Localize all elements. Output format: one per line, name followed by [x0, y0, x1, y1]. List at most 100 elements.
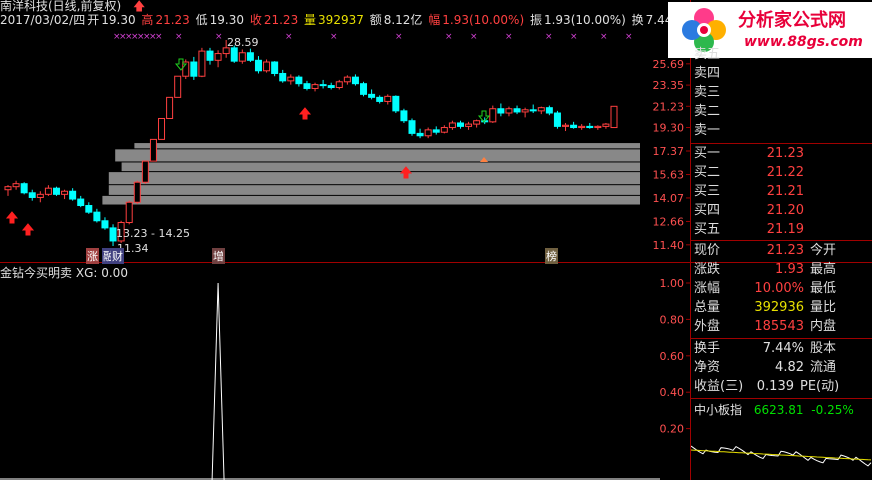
quote-label: 现价: [694, 243, 721, 258]
quote-label-secondary: 今开: [810, 243, 837, 258]
volume-profile-bar: [108, 172, 641, 185]
candle-body: [408, 120, 416, 134]
price-axis: 25.69 23.35 21.23 19.30 17.37 15.63 14.07 12.66…: [653, 58, 690, 252]
turnover-label: 换: [631, 13, 644, 27]
quote-row: 外盘 185543 内盘: [694, 318, 836, 336]
logo-text: 分析家公式网: [738, 10, 846, 31]
amount-value: 8.12亿: [383, 13, 423, 27]
ask-row[interactable]: 卖四: [694, 65, 804, 83]
index-mini-chart[interactable]: [691, 418, 872, 480]
bid-price: 21.21: [766, 184, 804, 199]
price-tick-label: 11.40: [653, 239, 685, 252]
price-tick-label: 21.23: [653, 100, 685, 113]
candle-body: [384, 95, 392, 102]
range-annotation: 13.23 - 14.25: [116, 227, 190, 240]
indicator-signal-line: [211, 282, 225, 480]
candle-body: [489, 108, 497, 123]
bid-price: 21.19: [766, 222, 804, 237]
quote-value: 185543: [754, 319, 804, 334]
purple-cross-marker: ×: [570, 32, 578, 42]
candle-body: [44, 187, 52, 195]
volume-profile-bar: [134, 143, 640, 149]
index-name: 中小板指: [694, 403, 743, 417]
price-chart[interactable]: 25.69 23.35 21.23 19.30 17.37 15.63 14.07 12.66…: [0, 0, 690, 262]
candle-body: [335, 81, 343, 88]
candle-body: [246, 52, 254, 61]
candle-body: [174, 75, 182, 98]
candle-body: [360, 83, 368, 95]
quote-row: 涨跌 1.93 最高: [694, 261, 836, 279]
fundamental-label: 净资: [694, 360, 721, 375]
candle-body: [28, 192, 36, 198]
bid-row[interactable]: 买二 21.22: [694, 164, 804, 182]
bid-row[interactable]: 买一 21.23: [694, 145, 804, 163]
candle-body: [149, 138, 157, 162]
ask-row[interactable]: 卖五: [694, 46, 804, 64]
fundamental-label: 收益(三): [694, 379, 744, 394]
candle-body: [448, 122, 456, 129]
indicator-tick-label: 0.40: [660, 386, 685, 399]
candle-body: [327, 85, 335, 88]
candle-body: [69, 190, 77, 200]
quote-label-secondary: 内盘: [810, 319, 837, 334]
quote-separator: [691, 338, 872, 339]
candle-body: [497, 108, 505, 114]
bid-price: 21.20: [766, 203, 804, 218]
candle-body: [602, 123, 610, 127]
ask-label: 卖一: [694, 123, 721, 138]
candle-body: [295, 76, 303, 85]
fundamental-value: 4.82: [775, 360, 804, 375]
candle-body: [12, 183, 20, 188]
fundamental-label-secondary: 股本: [810, 341, 837, 356]
low-label: 低: [195, 13, 208, 27]
xg-value: 0.00: [101, 266, 128, 280]
amplitude-value: 1.93(10.00%): [543, 13, 626, 27]
candle-body: [311, 84, 319, 89]
indicator-axis: 1.00 0.80 0.60 0.40 0.20: [660, 277, 690, 436]
candle-body: [570, 124, 578, 129]
ask-row[interactable]: 卖一: [694, 122, 804, 140]
bid-row[interactable]: 买三 21.21: [694, 183, 804, 201]
quote-row: 涨幅 10.00% 最低: [694, 280, 836, 298]
candle-body: [20, 183, 28, 194]
bid-row[interactable]: 买五 21.19: [694, 221, 804, 239]
high-label: 高: [141, 13, 154, 27]
purple-cross-marker: ×: [625, 32, 633, 42]
quote-label: 涨跌: [694, 262, 721, 277]
candle-body: [416, 132, 424, 137]
volume-profile-bar: [108, 185, 641, 195]
indicator-chart[interactable]: 1.00 0.80 0.60 0.40 0.20: [0, 263, 690, 480]
fundamental-label: 换手: [694, 341, 721, 356]
bid-row[interactable]: 买四 21.20: [694, 202, 804, 220]
purple-cross-marker: ×: [600, 32, 608, 42]
candle-body: [271, 61, 279, 74]
tag-caibao[interactable]: 财: [111, 248, 124, 264]
price-tick-label: 12.66: [653, 215, 685, 228]
quote-label-secondary: 最低: [810, 281, 837, 296]
indicator-name[interactable]: 金钻今买明卖: [0, 266, 72, 280]
price-tick-label: 14.07: [653, 192, 685, 205]
ask-label: 卖五: [694, 47, 721, 62]
change-value: 1.93(10.00%): [442, 13, 525, 27]
quote-value: 10.00%: [754, 281, 804, 296]
tag-zhang[interactable]: 涨: [86, 248, 99, 264]
candle-body: [158, 117, 166, 140]
candle-body: [545, 107, 553, 114]
indicator-title: 金钻今买明卖 XG: 0.00: [0, 264, 128, 281]
buy-arrow-icon: [5, 211, 19, 224]
candlestick-series: [4, 40, 618, 246]
tag-zeng[interactable]: 增: [212, 248, 225, 264]
bid-price: 21.22: [766, 165, 804, 180]
high-value: 21.23: [155, 13, 190, 27]
tag-bang[interactable]: 榜: [545, 248, 558, 264]
bid-label: 买五: [694, 222, 721, 237]
ask-row[interactable]: 卖三: [694, 84, 804, 102]
index-ticker[interactable]: 中小板指 6623.81 -0.25%: [694, 401, 854, 418]
candle-body: [505, 108, 513, 114]
buy-arrow-icon: [21, 223, 35, 236]
purple-cross-marker: ×: [445, 32, 453, 42]
candle-body: [537, 107, 545, 112]
ask-row[interactable]: 卖二: [694, 103, 804, 121]
purple-cross-marker: ×: [285, 32, 293, 42]
purple-cross-marker: ×: [505, 32, 513, 42]
